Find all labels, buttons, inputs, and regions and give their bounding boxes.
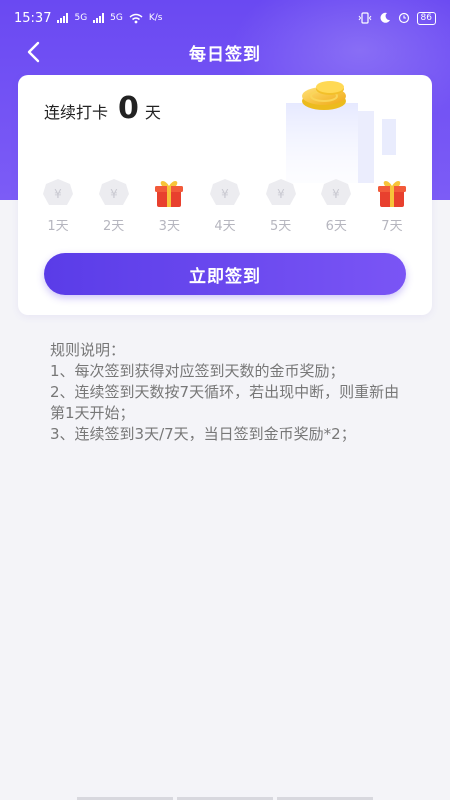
status-right: 86: [358, 11, 436, 25]
day-item-4: ¥ 4天: [201, 175, 249, 234]
day-item-5: ¥ 5天: [257, 175, 305, 234]
moon-icon: [380, 12, 390, 23]
streak-counter: 连续打卡 0 天: [44, 91, 161, 126]
streak-label: 连续打卡: [44, 103, 109, 122]
rules-section: 规则说明： 1、每次签到获得对应签到天数的金币奖励； 2、连续签到天数按7天循环…: [50, 340, 400, 445]
battery-indicator: 86: [416, 11, 436, 25]
nav-bar: 每日签到: [0, 34, 450, 70]
day-label: 7天: [381, 219, 403, 234]
svg-text:¥: ¥: [277, 187, 285, 201]
signal-label-1: 5G: [74, 13, 88, 23]
rules-title: 规则说明：: [50, 341, 126, 359]
coin-stack-illustration: [286, 81, 396, 183]
wifi-icon: [129, 13, 143, 23]
coin-icon: ¥: [96, 175, 132, 211]
day-item-3: 3天: [145, 175, 193, 234]
day-label: 3天: [158, 219, 180, 234]
net-speed: K/s: [148, 13, 163, 23]
svg-text:¥: ¥: [110, 187, 118, 201]
status-time: 15:37: [14, 10, 52, 26]
alarm-icon: [398, 12, 409, 24]
day-label: 1天: [47, 219, 69, 234]
rule-item-1: 1、每次签到获得对应签到天数的金币奖励；: [50, 362, 345, 380]
signal-icon-2: [93, 13, 105, 23]
signal-label-2: 5G: [110, 13, 123, 23]
coin-icon: ¥: [263, 175, 299, 211]
coin-icon: ¥: [40, 175, 76, 211]
vibrate-icon: [358, 12, 371, 24]
gift-icon: [151, 175, 187, 211]
rule-item-3: 3、连续签到3天/7天，当日签到金币奖励*2；: [50, 425, 356, 443]
streak-count: 0: [118, 91, 139, 126]
day-item-1: ¥ 1天: [34, 175, 82, 234]
day-row: ¥ 1天 ¥ 2天 3天 ¥ 4天 ¥ 5天 ¥ 6天 7天: [26, 175, 424, 234]
streak-unit: 天: [144, 103, 161, 122]
checkin-card: 连续打卡 0 天 ¥ 1天 ¥ 2天 3天 ¥ 4天 ¥ 5天 ¥ 6天 7天 …: [18, 75, 432, 315]
day-item-7: 7天: [368, 175, 416, 234]
svg-text:¥: ¥: [54, 187, 62, 201]
day-item-2: ¥ 2天: [90, 175, 138, 234]
status-bar: 15:37 5G 5G K/s 86: [0, 0, 450, 36]
page-title: 每日签到: [189, 44, 261, 65]
svg-text:¥: ¥: [332, 187, 340, 201]
chevron-left-icon: [27, 41, 40, 63]
coin-icon: ¥: [207, 175, 243, 211]
day-label: 6天: [325, 219, 347, 234]
day-item-6: ¥ 6天: [312, 175, 360, 234]
checkin-button[interactable]: 立即签到: [44, 253, 406, 295]
signal-icon: [57, 13, 69, 23]
day-label: 5天: [269, 219, 292, 234]
gift-icon: [374, 175, 410, 211]
day-label: 4天: [214, 219, 236, 234]
svg-text:¥: ¥: [221, 187, 229, 201]
coin-icon: ¥: [318, 175, 354, 211]
rule-item-2: 2、连续签到天数按7天循环，若出现中断，则重新由第1天开始；: [50, 383, 400, 422]
status-left: 15:37 5G 5G K/s: [14, 11, 163, 26]
day-label: 2天: [103, 219, 125, 234]
back-button[interactable]: [20, 39, 46, 65]
